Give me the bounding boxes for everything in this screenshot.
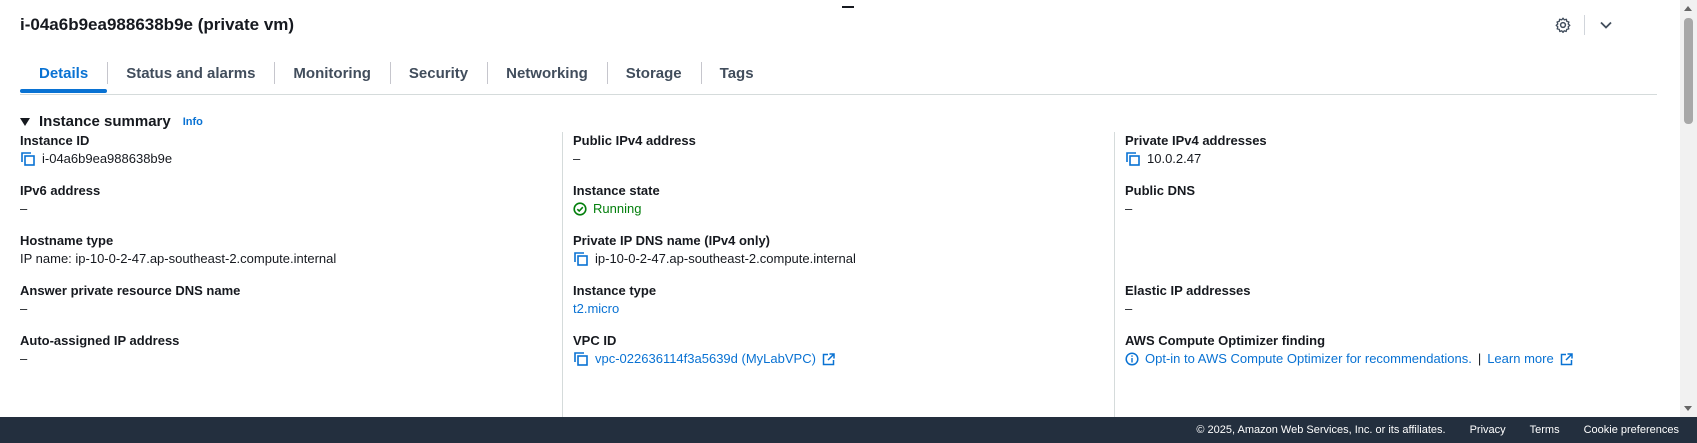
field-compute-optimizer: AWS Compute Optimizer finding Opt-in to … — [1125, 332, 1573, 368]
tab-networking[interactable]: Networking — [487, 56, 607, 90]
link-separator: | — [1477, 351, 1482, 366]
page-footer: © 2025, Amazon Web Services, Inc. or its… — [0, 417, 1697, 443]
private-dns-value: ip-10-0-2-47.ap-southeast-2.compute.inte… — [595, 251, 856, 266]
learn-more-link[interactable]: Learn more — [1487, 350, 1553, 368]
field-public-ipv4: Public IPv4 address – — [573, 132, 696, 168]
field-answer-private-dns: Answer private resource DNS name – — [20, 282, 240, 318]
summary-column-2: Public IPv4 address – Instance state Run… — [562, 132, 1121, 417]
field-value: – — [1125, 201, 1133, 216]
cookie-preferences-link[interactable]: Cookie preferences — [1584, 424, 1679, 436]
collapse-caret-icon[interactable] — [20, 117, 30, 126]
header-divider — [1584, 15, 1585, 35]
field-auto-assigned-ip: Auto-assigned IP address – — [20, 332, 179, 368]
copy-icon[interactable] — [1125, 151, 1141, 167]
field-label: Instance state — [573, 183, 660, 198]
field-label: Auto-assigned IP address — [20, 333, 180, 348]
tab-security[interactable]: Security — [389, 56, 487, 90]
tab-storage[interactable]: Storage — [606, 56, 701, 90]
privacy-link[interactable]: Privacy — [1470, 424, 1506, 436]
field-private-ip-dns: Private IP DNS name (IPv4 only) ip-10-0-… — [573, 232, 856, 268]
summary-column-3: Private IPv4 addresses 10.0.2.47 Public … — [1114, 132, 1685, 417]
field-private-ipv4: Private IPv4 addresses 10.0.2.47 — [1125, 132, 1267, 168]
field-value: vpc-022636114f3a5639d (MyLabVPC) — [573, 350, 835, 368]
instance-state-value: Running — [593, 201, 642, 216]
scroll-down-arrow-icon[interactable] — [1684, 406, 1692, 411]
field-instance-type: Instance type t2.micro — [573, 282, 656, 318]
field-value: Opt-in to AWS Compute Optimizer for reco… — [1125, 350, 1573, 368]
header-actions — [1552, 14, 1617, 36]
vertical-scrollbar[interactable] — [1680, 0, 1697, 417]
field-label: Instance type — [573, 283, 657, 298]
tab-tags[interactable]: Tags — [700, 56, 773, 90]
optimizer-opt-in-link[interactable]: Opt-in to AWS Compute Optimizer for reco… — [1145, 350, 1472, 368]
field-label: Hostname type — [20, 233, 114, 248]
private-ipv4-value: 10.0.2.47 — [1147, 151, 1202, 166]
vpc-id-link[interactable]: vpc-022636114f3a5639d (MyLabVPC) — [595, 350, 816, 368]
info-circle-icon — [1125, 352, 1139, 366]
field-value: Running — [573, 200, 660, 218]
copyright-text: © 2025, Amazon Web Services, Inc. or its… — [1196, 424, 1446, 436]
copy-icon[interactable] — [20, 151, 36, 167]
scroll-up-arrow-icon[interactable] — [1684, 6, 1692, 11]
tab-monitoring[interactable]: Monitoring — [274, 56, 389, 90]
instance-id-value: i-04a6b9ea988638b9e — [42, 151, 173, 166]
field-value: i-04a6b9ea988638b9e — [20, 150, 172, 168]
instance-type-link[interactable]: t2.micro — [573, 300, 656, 318]
terms-link[interactable]: Terms — [1530, 424, 1560, 436]
field-label: IPv6 address — [20, 183, 101, 198]
field-value: – — [20, 201, 28, 216]
tab-details[interactable]: Details — [20, 56, 108, 93]
field-instance-id: Instance ID i-04a6b9ea988638b9e — [20, 132, 172, 168]
field-label: Private IP DNS name (IPv4 only) — [573, 233, 770, 248]
copy-icon[interactable] — [573, 251, 589, 267]
field-label: Elastic IP addresses — [1125, 283, 1251, 298]
field-value: – — [20, 351, 28, 366]
field-value: IP name: ip-10-0-2-47.ap-southeast-2.com… — [20, 251, 337, 266]
scrollbar-thumb[interactable] — [1684, 18, 1693, 124]
external-link-icon[interactable] — [1560, 352, 1573, 366]
gear-icon[interactable] — [1552, 14, 1574, 36]
field-value: ip-10-0-2-47.ap-southeast-2.compute.inte… — [573, 250, 856, 268]
summary-column-1: Instance ID i-04a6b9ea988638b9e IPv6 add… — [20, 132, 560, 417]
field-label: Instance ID — [20, 133, 90, 148]
field-vpc-id: VPC ID vpc-022636114f3a5639d (MyLabVPC) — [573, 332, 835, 368]
window-handle — [842, 6, 854, 8]
field-value: 10.0.2.47 — [1125, 150, 1267, 168]
info-link[interactable]: Info — [183, 116, 203, 128]
field-instance-state: Instance state Running — [573, 182, 660, 218]
tab-bar: Details Status and alarms Monitoring Sec… — [20, 56, 1657, 95]
field-label: AWS Compute Optimizer finding — [1125, 333, 1326, 348]
field-value: – — [573, 151, 581, 166]
status-check-icon — [573, 202, 587, 216]
field-label: Public IPv4 address — [573, 133, 696, 148]
page-header: i-04a6b9ea988638b9e (private vm) — [20, 14, 1637, 36]
field-elastic-ip: Elastic IP addresses – — [1125, 282, 1251, 318]
instance-summary-header: Instance summary Info — [20, 113, 203, 130]
copy-icon[interactable] — [573, 351, 589, 367]
field-hostname-type: Hostname type IP name: ip-10-0-2-47.ap-s… — [20, 232, 336, 268]
field-ipv6-address: IPv6 address – — [20, 182, 100, 218]
external-link-icon[interactable] — [822, 352, 835, 366]
field-label: Public DNS — [1125, 183, 1196, 198]
field-value: – — [20, 301, 28, 316]
field-value: – — [1125, 301, 1133, 316]
chevron-down-icon[interactable] — [1595, 14, 1617, 36]
tab-status-and-alarms[interactable]: Status and alarms — [107, 56, 274, 90]
field-label: Private IPv4 addresses — [1125, 133, 1267, 148]
field-public-dns: Public DNS – — [1125, 182, 1195, 218]
section-title[interactable]: Instance summary — [39, 113, 171, 130]
page-title: i-04a6b9ea988638b9e (private vm) — [20, 15, 295, 34]
field-label: VPC ID — [573, 333, 617, 348]
field-label: Answer private resource DNS name — [20, 283, 241, 298]
